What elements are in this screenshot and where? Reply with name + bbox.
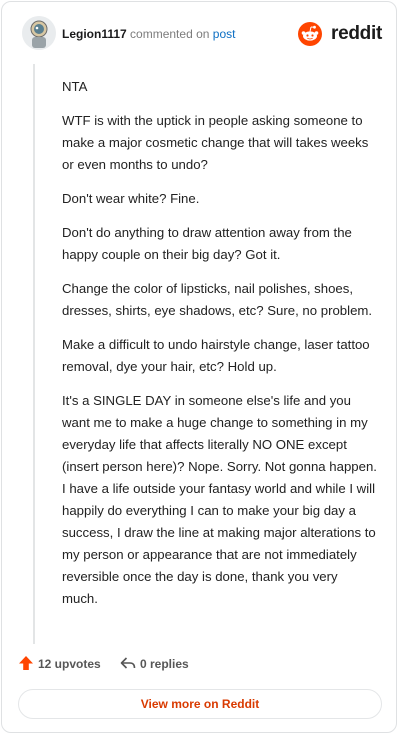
reply-count: 0 replies — [140, 657, 189, 671]
thread-line[interactable] — [33, 64, 35, 644]
user-avatar[interactable] — [22, 16, 56, 50]
comment-header: Legion1117 commented on post reddit — [18, 16, 382, 54]
comment-paragraph: NTA — [62, 79, 88, 94]
comment-body: NTA WTF is with the uptick in people ask… — [62, 76, 377, 622]
comment-card: Legion1117 commented on post reddit NTA … — [1, 1, 397, 733]
avatar-icon — [22, 16, 56, 50]
reply-arrow-icon — [120, 657, 136, 669]
comment-paragraph: It's a SINGLE DAY in someone else's life… — [62, 393, 377, 606]
comment-paragraph: Change the color of lipsticks, nail poli… — [62, 281, 373, 318]
upvote-count: 12 upvotes — [38, 657, 101, 671]
comment-paragraph: WTF is with the uptick in people asking … — [62, 113, 369, 172]
comment-paragraph: Don't do anything to draw attention away… — [62, 225, 352, 262]
username-link[interactable]: Legion1117 — [62, 27, 127, 41]
view-more-button[interactable]: View more on Reddit — [18, 689, 382, 719]
reddit-wordmark: reddit — [331, 23, 382, 44]
comment-meta: Legion1117 commented on post — [62, 27, 235, 41]
post-link[interactable]: post — [213, 27, 236, 41]
comment-paragraph: Make a difficult to undo hairstyle chang… — [62, 337, 370, 374]
comment-paragraph: Don't wear white? Fine. — [62, 191, 200, 206]
reddit-logo-icon — [298, 22, 322, 46]
upvote-arrow-icon — [19, 656, 33, 670]
action-text: commented on — [130, 27, 210, 41]
